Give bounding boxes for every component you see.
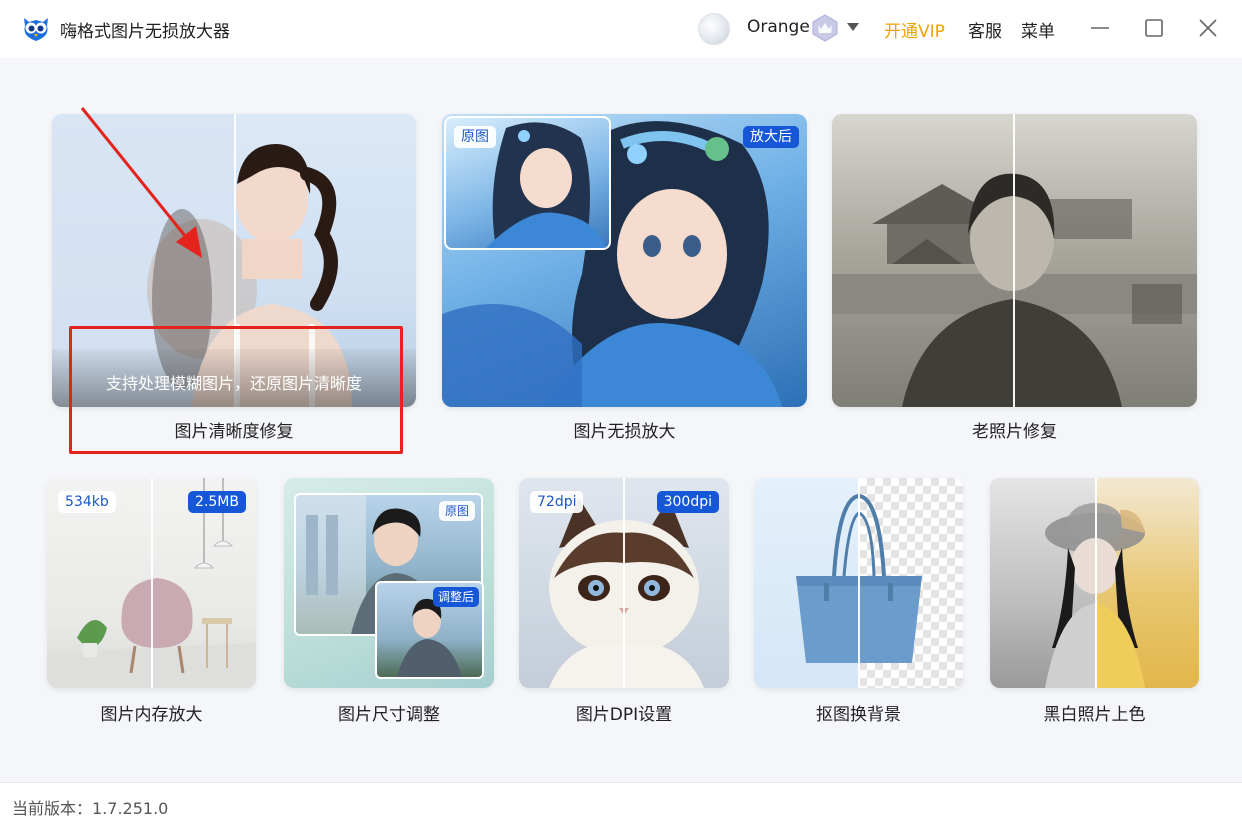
version-text: 当前版本：1.7.251.0	[12, 799, 169, 818]
menu-link[interactable]: 菜单	[1021, 17, 1055, 42]
vip-crown-icon	[812, 14, 838, 42]
card-label-old-photo-repair[interactable]: 老照片修复	[832, 417, 1197, 442]
title-bar: 嗨格式图片无损放大器 Orange 开通VIP 客服 菜单	[0, 0, 1242, 58]
adjusted-frame: 调整后	[375, 581, 484, 679]
vip-link[interactable]: 开通VIP	[884, 17, 945, 42]
feature-card-old-photo-repair[interactable]	[832, 114, 1197, 407]
card-label-size-adjust[interactable]: 图片尺寸调整	[284, 700, 494, 725]
tag-enlarged: 放大后	[743, 126, 799, 148]
card-label-memory-enlarge[interactable]: 图片内存放大	[47, 700, 256, 725]
card-label-cutout-background[interactable]: 抠图换背景	[754, 700, 963, 725]
owl-logo-icon	[24, 18, 48, 41]
feature-card-memory-enlarge[interactable]: 534kb 2.5MB	[47, 478, 256, 688]
feature-card-dpi-setting[interactable]: 72dpi 300dpi	[519, 478, 729, 688]
feature-card-clarity-repair[interactable]: 支持处理模糊图片，还原图片清晰度	[52, 114, 416, 407]
minimize-icon[interactable]	[1086, 14, 1114, 42]
tag-dpi-before: 72dpi	[530, 491, 584, 513]
tag-adjusted: 调整后	[432, 587, 479, 607]
feature-card-lossless-enlarge[interactable]: 原图 放大后	[442, 114, 807, 407]
username[interactable]: Orange	[747, 17, 810, 37]
tag-size-before: 534kb	[58, 491, 116, 513]
feature-card-colorize[interactable]	[990, 478, 1199, 688]
original-inset: 原图	[444, 116, 611, 250]
compare-divider	[858, 478, 860, 688]
card-label-dpi-setting[interactable]: 图片DPI设置	[519, 700, 729, 725]
compare-divider	[1095, 478, 1097, 688]
compare-divider	[151, 478, 153, 688]
feature-card-size-adjust[interactable]: 原图 调整后	[284, 478, 494, 688]
close-icon[interactable]	[1194, 14, 1222, 42]
compare-divider	[623, 478, 625, 688]
maximize-icon[interactable]	[1140, 14, 1168, 42]
tag-original: 原图	[454, 126, 496, 148]
card-caption: 支持处理模糊图片，还原图片清晰度	[105, 374, 362, 393]
chevron-down-icon[interactable]	[846, 22, 860, 32]
service-link[interactable]: 客服	[968, 17, 1002, 42]
user-avatar[interactable]	[698, 13, 730, 45]
tag-original: 原图	[438, 501, 475, 521]
compare-divider	[1013, 114, 1015, 407]
card-label-colorize[interactable]: 黑白照片上色	[990, 700, 1199, 725]
feature-card-cutout-background[interactable]	[754, 478, 963, 688]
tag-size-after: 2.5MB	[188, 491, 246, 513]
tag-dpi-after: 300dpi	[656, 491, 719, 513]
status-bar: 当前版本：1.7.251.0	[0, 782, 1242, 824]
card-label-lossless-enlarge[interactable]: 图片无损放大	[442, 417, 807, 442]
card-label-clarity-repair[interactable]: 图片清晰度修复	[52, 417, 416, 442]
app-title: 嗨格式图片无损放大器	[60, 22, 230, 42]
